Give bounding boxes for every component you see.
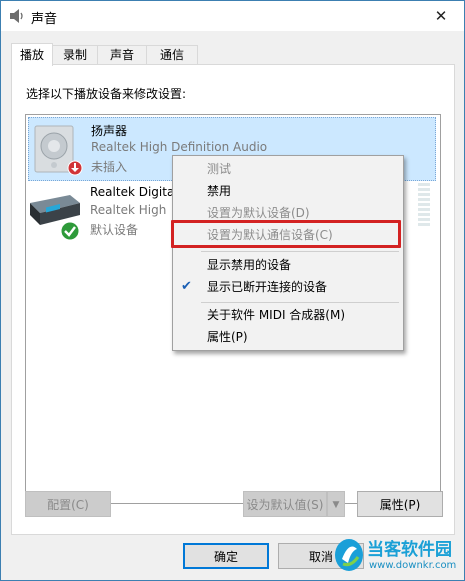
watermark-url: www.downkr.com (369, 560, 457, 571)
device-context-menu: 测试 禁用 设置为默认设备(D) 设置为默认通信设备(C) 显示禁用的设备 ✔ … (172, 155, 404, 351)
tab-recording[interactable]: 录制 (52, 45, 98, 65)
menu-item-disable[interactable]: 禁用 (173, 180, 403, 202)
device-description: Realtek High Definition Audio (91, 140, 268, 154)
menu-item-properties[interactable]: 属性(P) (173, 326, 403, 348)
configure-button[interactable]: 配置(C) (25, 491, 111, 517)
set-default-button[interactable]: 设为默认值(S) (243, 491, 327, 517)
device-status: 默认设备 (90, 223, 139, 237)
volume-level-meter (418, 183, 430, 228)
watermark-logo-icon (335, 539, 363, 571)
speaker-title-icon (10, 9, 23, 23)
site-watermark: 当客软件园 www.downkr.com (333, 535, 463, 579)
watermark-title: 当客软件园 (367, 540, 452, 560)
menu-item-show-disconnected[interactable]: ✔ 显示已断开连接的设备 (173, 276, 403, 298)
ok-button[interactable]: 确定 (183, 543, 269, 569)
tab-playback[interactable]: 播放 (11, 43, 53, 66)
device-name: 扬声器 (91, 124, 128, 138)
menu-item-about-midi[interactable]: 关于软件 MIDI 合成器(M) (173, 304, 403, 326)
highlight-box (171, 220, 401, 248)
title-bar[interactable]: 声音 ✕ (1, 1, 464, 31)
close-icon: ✕ (434, 7, 448, 25)
properties-button[interactable]: 属性(P) (357, 491, 443, 517)
device-name: Realtek Digital (90, 185, 178, 199)
menu-item-test[interactable]: 测试 (173, 158, 403, 180)
close-button[interactable]: ✕ (418, 1, 464, 31)
menu-item-show-disabled[interactable]: 显示禁用的设备 (173, 254, 403, 276)
checkmark-icon: ✔ (181, 279, 192, 294)
menu-separator (201, 251, 399, 252)
default-check-badge-icon (60, 221, 80, 241)
tab-sounds[interactable]: 声音 (97, 45, 147, 65)
set-default-dropdown[interactable]: ▼ (327, 491, 345, 517)
unplugged-badge-icon (67, 160, 83, 176)
device-status: 未插入 (91, 160, 128, 174)
menu-separator (201, 302, 399, 303)
instruction-text: 选择以下播放设备来修改设置: (26, 87, 187, 101)
tab-communications[interactable]: 通信 (146, 45, 198, 65)
chevron-down-icon: ▼ (332, 500, 340, 510)
device-description: Realtek High (90, 203, 167, 217)
window-title: 声音 (31, 12, 58, 27)
